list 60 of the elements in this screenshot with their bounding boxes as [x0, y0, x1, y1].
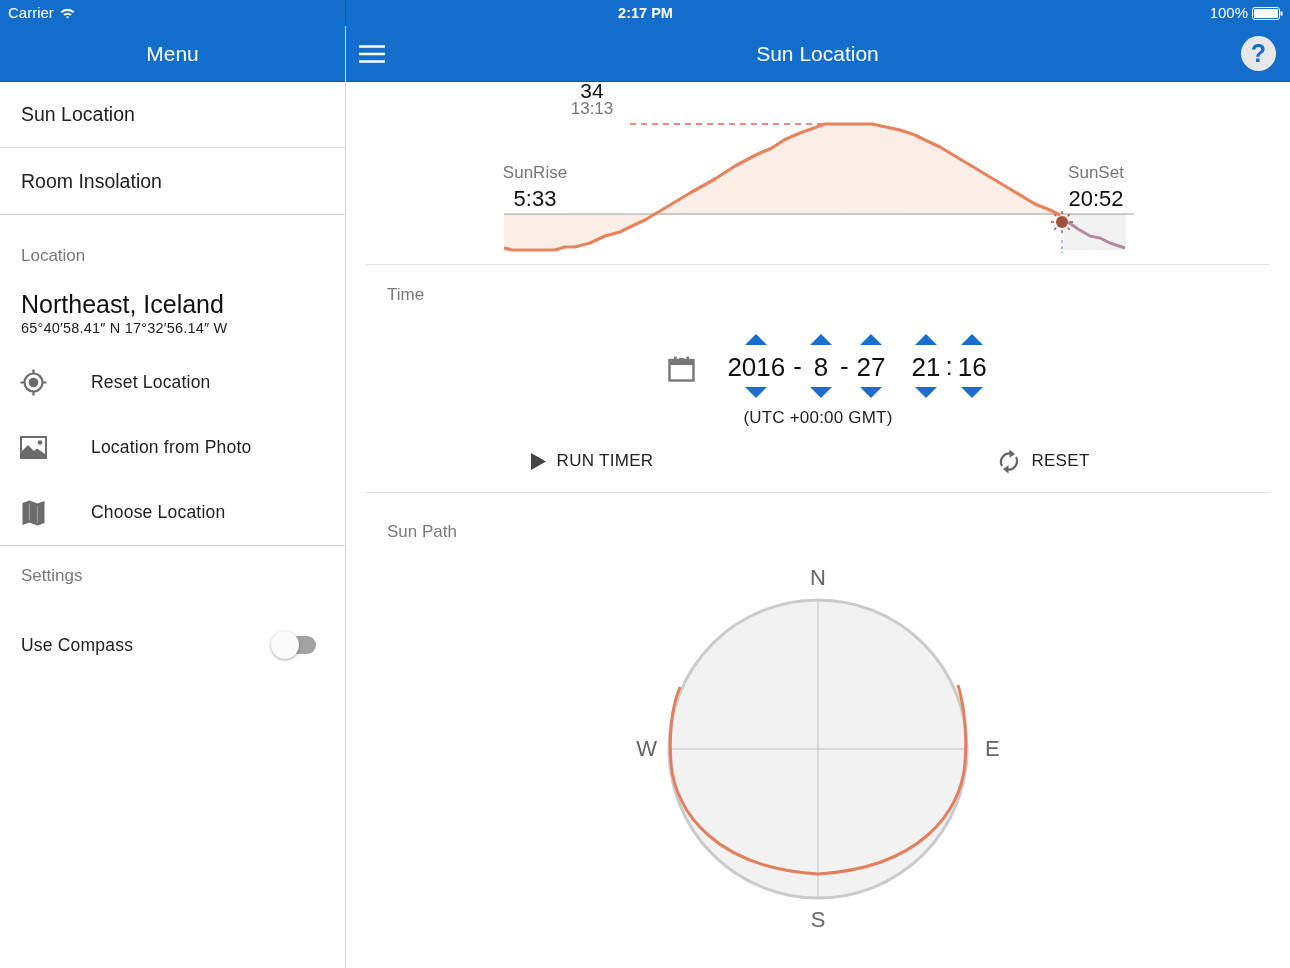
battery-percentage: 100% — [1209, 4, 1248, 22]
sunrise-time: 5:33 — [513, 187, 557, 211]
nav-item[interactable]: Sun Location — [0, 81, 345, 148]
header-title: Sun Location — [756, 40, 879, 67]
calendar-icon[interactable] — [668, 356, 696, 382]
image-icon — [20, 436, 47, 459]
caret-down-icon[interactable] — [961, 387, 984, 398]
caret-down-icon[interactable] — [745, 387, 768, 398]
reset-button[interactable]: RESET — [994, 441, 1094, 481]
location-name: Northeast, Iceland — [21, 289, 224, 319]
menu-item[interactable]: Choose Location — [0, 480, 345, 545]
help-button[interactable]: ? — [1241, 36, 1276, 71]
run-timer-button[interactable]: RUN TIMER — [526, 441, 658, 481]
sunrise-label: SunRise — [502, 163, 568, 183]
date-separator: - — [839, 351, 849, 381]
compass-direction-label: N — [810, 566, 826, 590]
caret-up-icon[interactable] — [809, 334, 832, 345]
carrier-label: Carrier — [8, 4, 54, 22]
spinner-value: 21 — [911, 352, 941, 382]
spinner-value: 2016 — [727, 352, 786, 382]
battery-icon — [1252, 6, 1283, 20]
peak-elevation-value: 34 — [580, 81, 604, 101]
menu-item[interactable]: Location from Photo — [0, 415, 345, 480]
sunset-label: SunSet — [1068, 163, 1124, 183]
compass-direction-label: E — [985, 737, 1000, 761]
caret-up-icon[interactable] — [914, 334, 937, 345]
section-heading: Settings — [21, 566, 83, 586]
peak-time: 13:13 — [570, 100, 614, 118]
caret-up-icon[interactable] — [961, 334, 984, 345]
menu-item[interactable]: Reset Location — [0, 350, 345, 415]
location-coordinates: 65°40′58.41″ N 17°32′56.14″ W — [21, 319, 228, 337]
wifi-icon — [59, 7, 75, 19]
caret-up-icon[interactable] — [860, 334, 883, 345]
caret-up-icon[interactable] — [745, 334, 768, 345]
caret-down-icon[interactable] — [860, 387, 883, 398]
target-icon — [20, 369, 47, 396]
spinner-value: 8 — [813, 352, 829, 382]
section-heading: Sun Path — [387, 522, 457, 542]
toggle-switch[interactable] — [270, 630, 316, 660]
compass-direction-label: W — [636, 737, 657, 761]
section-heading: Location — [21, 246, 86, 266]
folded-map-icon — [22, 499, 45, 526]
compass-direction-label: S — [810, 908, 826, 932]
caret-down-icon[interactable] — [809, 387, 832, 398]
refresh-icon — [998, 448, 1021, 474]
play-icon — [530, 452, 546, 470]
caret-down-icon[interactable] — [914, 387, 937, 398]
timezone-label: (UTC +00:00 GMT) — [743, 408, 893, 428]
sidebar-title: Menu — [146, 40, 199, 67]
time-separator: : — [945, 351, 953, 381]
toggle-label: Use Compass — [21, 634, 134, 656]
menu-icon[interactable] — [359, 44, 385, 63]
sun-icon — [1051, 211, 1073, 233]
date-separator: - — [793, 351, 802, 381]
sunset-time: 20:52 — [1068, 187, 1124, 211]
clock-time: 2:17 PM — [618, 4, 673, 22]
nav-item[interactable]: Room Insolation — [0, 148, 345, 215]
section-heading: Time — [387, 285, 425, 305]
spinner-value: 27 — [856, 352, 886, 382]
spinner-value: 16 — [957, 352, 987, 382]
